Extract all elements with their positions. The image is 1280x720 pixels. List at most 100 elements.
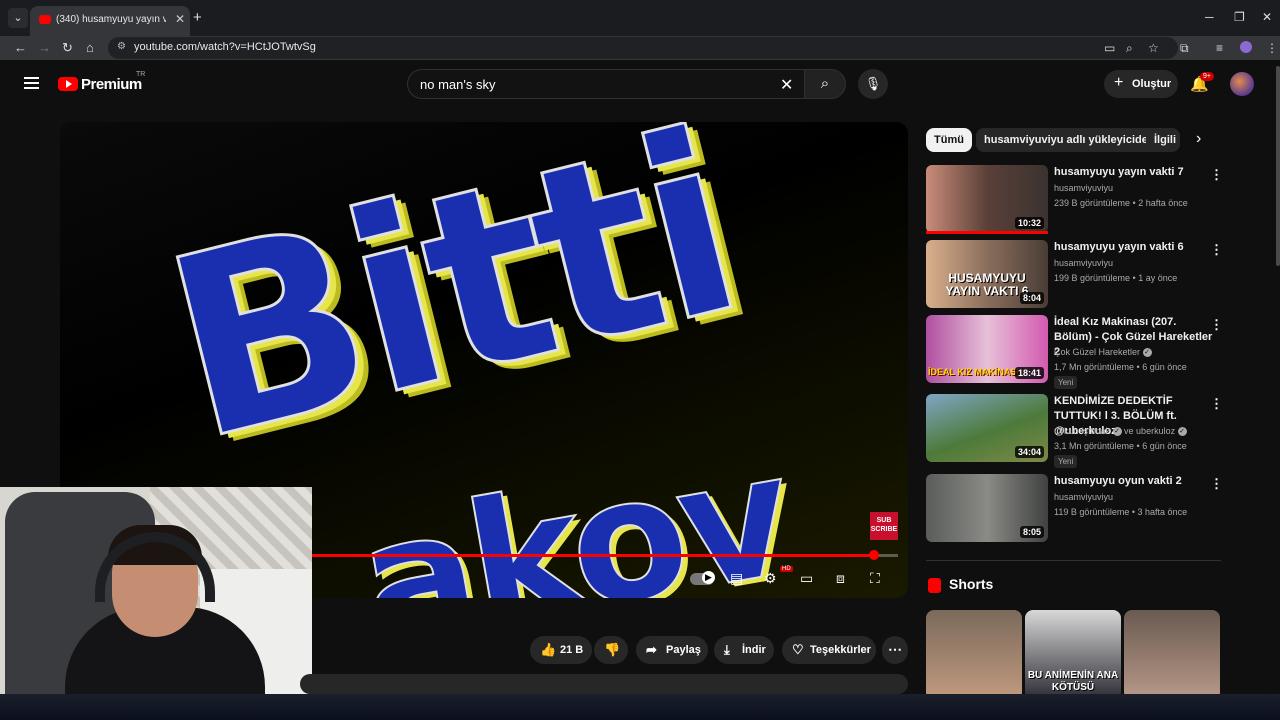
hd-badge: HD	[780, 566, 793, 572]
more-actions-button[interactable]: ⋯	[882, 636, 908, 664]
short-caption: BU ANİMENİN ANA KÖTÜSÜ	[1027, 670, 1119, 693]
browser-toolbar: ← → ↻ ⌂ ⚙ youtube.com/watch?v=HCtJOTwtvS…	[0, 36, 1280, 60]
back-icon[interactable]: ←	[14, 40, 27, 55]
subscribe-watermark[interactable]: SUB SCRIBE	[870, 512, 898, 540]
rec-item[interactable]: 10:32 husamyuyu yayın vakti 7 husamviyuv…	[926, 165, 1226, 235]
thanks-button[interactable]: ♡ Teşekkürler	[782, 636, 876, 664]
close-window-button[interactable]: ✕	[1262, 10, 1272, 24]
url-text: youtube.com/watch?v=HCtJOTwtvSg	[134, 41, 316, 53]
address-bar[interactable]: ⚙ youtube.com/watch?v=HCtJOTwtvSg	[108, 37, 1178, 59]
thanks-label: Teşekkürler	[810, 644, 871, 656]
extensions-icon[interactable]: ⧉	[1180, 41, 1189, 56]
rec-channel[interactable]: husamviyuviyu	[1054, 183, 1113, 193]
new-badge: Yeni	[1054, 376, 1078, 389]
rec-thumbnail[interactable]: 34:04	[926, 394, 1048, 462]
profile-avatar[interactable]	[1240, 41, 1252, 53]
chip-all[interactable]: Tümü	[926, 128, 972, 152]
create-button[interactable]: + Oluştur	[1104, 70, 1178, 98]
more-options-icon[interactable]: ⋮	[1210, 396, 1223, 412]
new-tab-button[interactable]: +	[193, 9, 202, 26]
duration-badge: 10:32	[1014, 217, 1044, 229]
rec-title[interactable]: husamyuyu yayın vakti 6	[1054, 240, 1214, 255]
home-icon[interactable]: ⌂	[86, 40, 94, 55]
rec-item[interactable]: 8:05 husamyuyu oyun vakti 2 husamviyuviy…	[926, 474, 1226, 544]
shorts-heading: Shorts	[928, 576, 993, 593]
rec-item[interactable]: İDEAL KIZ MAKİNASI 18:41 İdeal Kız Makin…	[926, 315, 1226, 389]
chip-uploader[interactable]: husamviyuviyu adlı yükleyiciden	[976, 128, 1163, 152]
rec-channel[interactable]: Çok Güzel Hareketler ✓	[1054, 347, 1152, 358]
watched-progress-bar	[926, 231, 1048, 234]
desktop-background-strip	[0, 694, 1280, 720]
rec-thumbnail[interactable]: HUSAMYUYU YAYIN VAKTI 6 8:04	[926, 240, 1048, 308]
rec-item[interactable]: 34:04 KENDİMİZE DEDEKTİF TUTTUK! l 3. BÖ…	[926, 394, 1226, 468]
download-button[interactable]: ⤓ İndir	[714, 636, 774, 664]
browser-tabstrip: ⌄ (340) husamyuyu yayın vakti 9 ✕ + ─ ❐ …	[0, 0, 1280, 36]
rec-channel[interactable]: husamviyuviyu	[1054, 492, 1113, 502]
site-info-icon[interactable]: ⚙	[117, 41, 126, 52]
new-badge: Yeni	[1054, 455, 1078, 468]
cast-icon[interactable]: ▭	[1104, 41, 1115, 55]
rec-channel[interactable]: husamviyuviyu	[1054, 258, 1113, 268]
rec-channel-name: Çok Güzel Hareketler	[1054, 347, 1141, 357]
fullscreen-icon[interactable]: ⛶	[870, 570, 880, 587]
youtube-favicon-icon	[39, 15, 51, 24]
more-options-icon[interactable]: ⋮	[1210, 167, 1223, 183]
rec-title[interactable]: husamyuyu oyun vakti 2	[1054, 474, 1214, 489]
create-label: Oluştur	[1132, 78, 1172, 90]
chip-related[interactable]: İlgili	[1146, 128, 1180, 152]
description-box[interactable]	[300, 674, 908, 694]
more-options-icon[interactable]: ⋮	[1210, 476, 1223, 492]
hamburger-menu-icon[interactable]	[24, 77, 39, 89]
more-options-icon[interactable]: ⋮	[1210, 242, 1223, 258]
duration-badge: 8:05	[1019, 526, 1044, 538]
like-button[interactable]: 👍 21 B	[530, 636, 592, 664]
thanks-heart-icon: ♡	[792, 642, 804, 657]
share-label: Paylaş	[666, 644, 701, 656]
bookmark-star-icon[interactable]: ☆	[1148, 41, 1159, 55]
subtitles-icon[interactable]: ▤	[730, 570, 743, 587]
rec-title[interactable]: husamyuyu yayın vakti 7	[1054, 165, 1214, 180]
clear-search-icon[interactable]: ✕	[780, 75, 793, 95]
chevron-right-icon[interactable]: ›	[1196, 130, 1201, 148]
voice-search-icon[interactable]: 🎙	[858, 69, 888, 99]
browser-tab[interactable]: (340) husamyuyu yayın vakti 9 ✕	[30, 6, 190, 36]
maximize-button[interactable]: ❐	[1234, 10, 1245, 24]
search-input[interactable]: no man's sky ✕	[407, 69, 805, 99]
progress-fill	[310, 554, 875, 557]
cast-tv-icon[interactable]: ⧈	[836, 570, 845, 587]
tab-close-icon[interactable]: ✕	[175, 12, 185, 26]
progress-bar[interactable]	[310, 550, 898, 560]
account-avatar[interactable]	[1230, 72, 1254, 96]
short-thumbnail[interactable]	[1124, 610, 1220, 700]
minimize-button[interactable]: ─	[1205, 10, 1214, 24]
rec-channel[interactable]: Orkun Işıtmak ✓ ve uberkuloz ✓	[1054, 426, 1187, 437]
dislike-button[interactable]: 👎	[594, 636, 628, 664]
theater-mode-icon[interactable]: ▭	[800, 570, 813, 587]
short-thumbnail[interactable]: BU ANİMENİN ANA KÖTÜSÜ	[1025, 610, 1121, 700]
forward-icon[interactable]: →	[38, 40, 51, 55]
rec-meta: 119 B görüntüleme • 3 hafta önce	[1054, 507, 1188, 517]
reload-icon[interactable]: ↻	[62, 40, 73, 56]
thumbs-down-icon: 👎	[604, 642, 621, 657]
rec-item[interactable]: HUSAMYUYU YAYIN VAKTI 6 8:04 husamyuyu y…	[926, 240, 1226, 310]
search-button[interactable]: ⌕	[804, 69, 846, 99]
rec-thumbnail[interactable]: 10:32	[926, 165, 1048, 233]
autoplay-toggle[interactable]	[690, 571, 715, 585]
logo-text: Premium	[81, 76, 142, 93]
download-label: İndir	[742, 644, 766, 656]
rec-thumbnail[interactable]: 8:05	[926, 474, 1048, 542]
notification-badge: 9+	[1200, 72, 1214, 81]
share-button[interactable]: ➦ Paylaş	[636, 636, 708, 664]
country-code: TR	[136, 71, 146, 78]
shorts-label: Shorts	[949, 576, 994, 592]
rec-meta: 239 B görüntüleme • 2 hafta önce	[1054, 198, 1188, 208]
browser-menu-icon[interactable]: ⋮	[1266, 41, 1278, 55]
tab-search-icon[interactable]: ⌄	[8, 8, 28, 28]
more-options-icon[interactable]: ⋮	[1210, 317, 1223, 333]
zoom-icon[interactable]: ⌕	[1126, 41, 1133, 56]
media-icon[interactable]: ≡	[1216, 41, 1223, 55]
settings-gear-icon[interactable]: ⚙	[764, 570, 777, 587]
page-scrollbar[interactable]	[1276, 66, 1280, 266]
short-thumbnail[interactable]	[926, 610, 1022, 700]
rec-thumbnail[interactable]: İDEAL KIZ MAKİNASI 18:41	[926, 315, 1048, 383]
